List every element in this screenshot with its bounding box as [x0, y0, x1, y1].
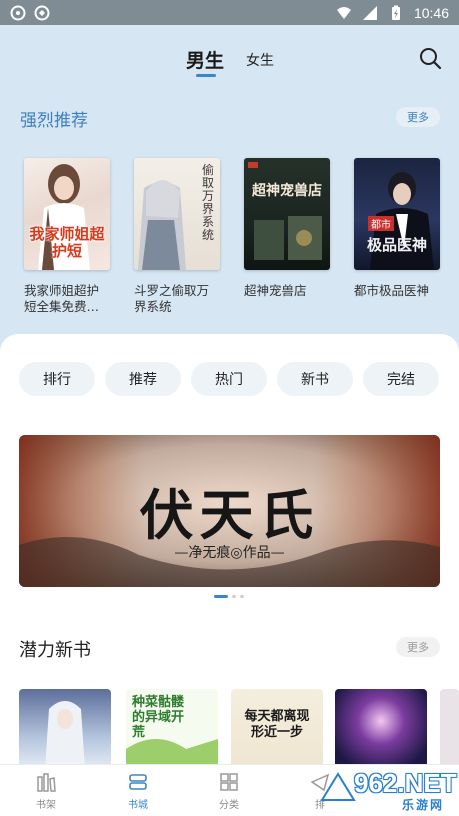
nav-bookstore[interactable]: 书城 — [108, 771, 168, 811]
section-title-new-books: 潜力新书 — [19, 640, 91, 661]
cover-illustration — [248, 162, 322, 260]
status-bar: 10:46 — [0, 0, 459, 25]
wifi-icon — [336, 6, 351, 19]
category-grid-icon — [220, 773, 238, 791]
nav-label: 书架 — [36, 800, 56, 811]
cover-text: 每天都离现形近一步 — [244, 709, 310, 740]
category-new[interactable]: 新书 — [277, 362, 353, 396]
banner-pager — [214, 595, 244, 598]
banner-subtitle: —净无痕◎作品— — [174, 545, 285, 561]
nav-category[interactable]: 分类 — [199, 771, 259, 811]
nav-bookshelf[interactable]: 书架 — [16, 771, 76, 811]
book-title: 我家师姐超护短全集免费… — [24, 283, 100, 314]
tab-female[interactable]: 女生 — [246, 50, 274, 70]
bookshelf-icon — [37, 773, 56, 792]
book-title: 都市极品医神 — [354, 283, 430, 298]
watermark-logo: 962.NET 乐游网 — [318, 764, 458, 816]
nav-label: 分类 — [219, 800, 239, 811]
book-cover[interactable]: 我家师姐超护短 — [24, 158, 110, 270]
book-cover[interactable]: 偷取万界系统 — [134, 158, 220, 270]
book-card[interactable]: 都市 极品医神 都市极品医神 — [354, 158, 440, 299]
new-book-cover[interactable]: 种菜骷髅的异域开荒 — [126, 689, 218, 769]
watermark-icon — [320, 772, 356, 801]
book-title: 超神宠兽店 — [244, 283, 307, 298]
cover-text: 超神宠兽店 — [252, 183, 322, 199]
new-book-cover[interactable]: 每天都离现形近一步 — [231, 689, 323, 769]
book-card[interactable]: 超神宠兽店 超神宠兽店 — [244, 158, 330, 299]
recommend-more-button[interactable]: 更多 — [396, 107, 440, 127]
bookstore-icon — [129, 774, 147, 790]
notification-icon-2 — [34, 5, 50, 20]
header: 男生 女生 — [0, 40, 459, 80]
pager-dot-active — [214, 595, 228, 598]
new-books-more-button[interactable]: 更多 — [396, 637, 440, 657]
section-title-recommend: 强烈推荐 — [20, 111, 88, 131]
cover-illustration — [45, 701, 85, 769]
cover-text: 极品医神 — [366, 236, 427, 254]
category-ranking[interactable]: 排行 — [19, 362, 95, 396]
cover-text: 种菜骷髅的异域开荒 — [132, 695, 185, 740]
pager-dot — [232, 595, 236, 598]
new-book-cover[interactable] — [19, 689, 111, 769]
category-hot[interactable]: 热门 — [191, 362, 267, 396]
battery-icon — [391, 5, 400, 20]
signal-icon — [362, 5, 377, 20]
tab-male[interactable]: 男生 — [186, 46, 224, 73]
search-icon[interactable] — [418, 46, 442, 70]
cover-text: 偷取万界系统 — [202, 163, 215, 242]
book-title: 斗罗之偷取万界系统 — [134, 283, 210, 314]
book-card[interactable]: 偷取万界系统 斗罗之偷取万界系统 — [134, 158, 220, 315]
new-book-cover[interactable] — [335, 689, 427, 769]
notification-icon — [10, 5, 26, 20]
book-card[interactable]: 我家师姐超护短 我家师姐超护短全集免费… — [24, 158, 110, 315]
watermark-subtext: 乐游网 — [402, 798, 445, 812]
banner-title: 伏天氏 — [139, 483, 320, 547]
pager-dot — [240, 595, 244, 598]
book-cover[interactable]: 都市 极品医神 — [354, 158, 440, 270]
category-recommend[interactable]: 推荐 — [105, 362, 181, 396]
cover-tag: 都市 — [368, 216, 394, 231]
status-time: 10:46 — [413, 4, 449, 21]
banner[interactable]: 伏天氏 —净无痕◎作品— — [19, 435, 440, 587]
watermark-text: 962.NET — [354, 768, 457, 798]
category-finished[interactable]: 完结 — [363, 362, 439, 396]
book-cover[interactable]: 超神宠兽店 — [244, 158, 330, 270]
new-book-cover[interactable] — [440, 689, 459, 769]
cover-text: 我家师姐超护短 — [29, 225, 105, 260]
tab-active-indicator — [196, 74, 216, 77]
nav-label: 书城 — [128, 800, 148, 811]
